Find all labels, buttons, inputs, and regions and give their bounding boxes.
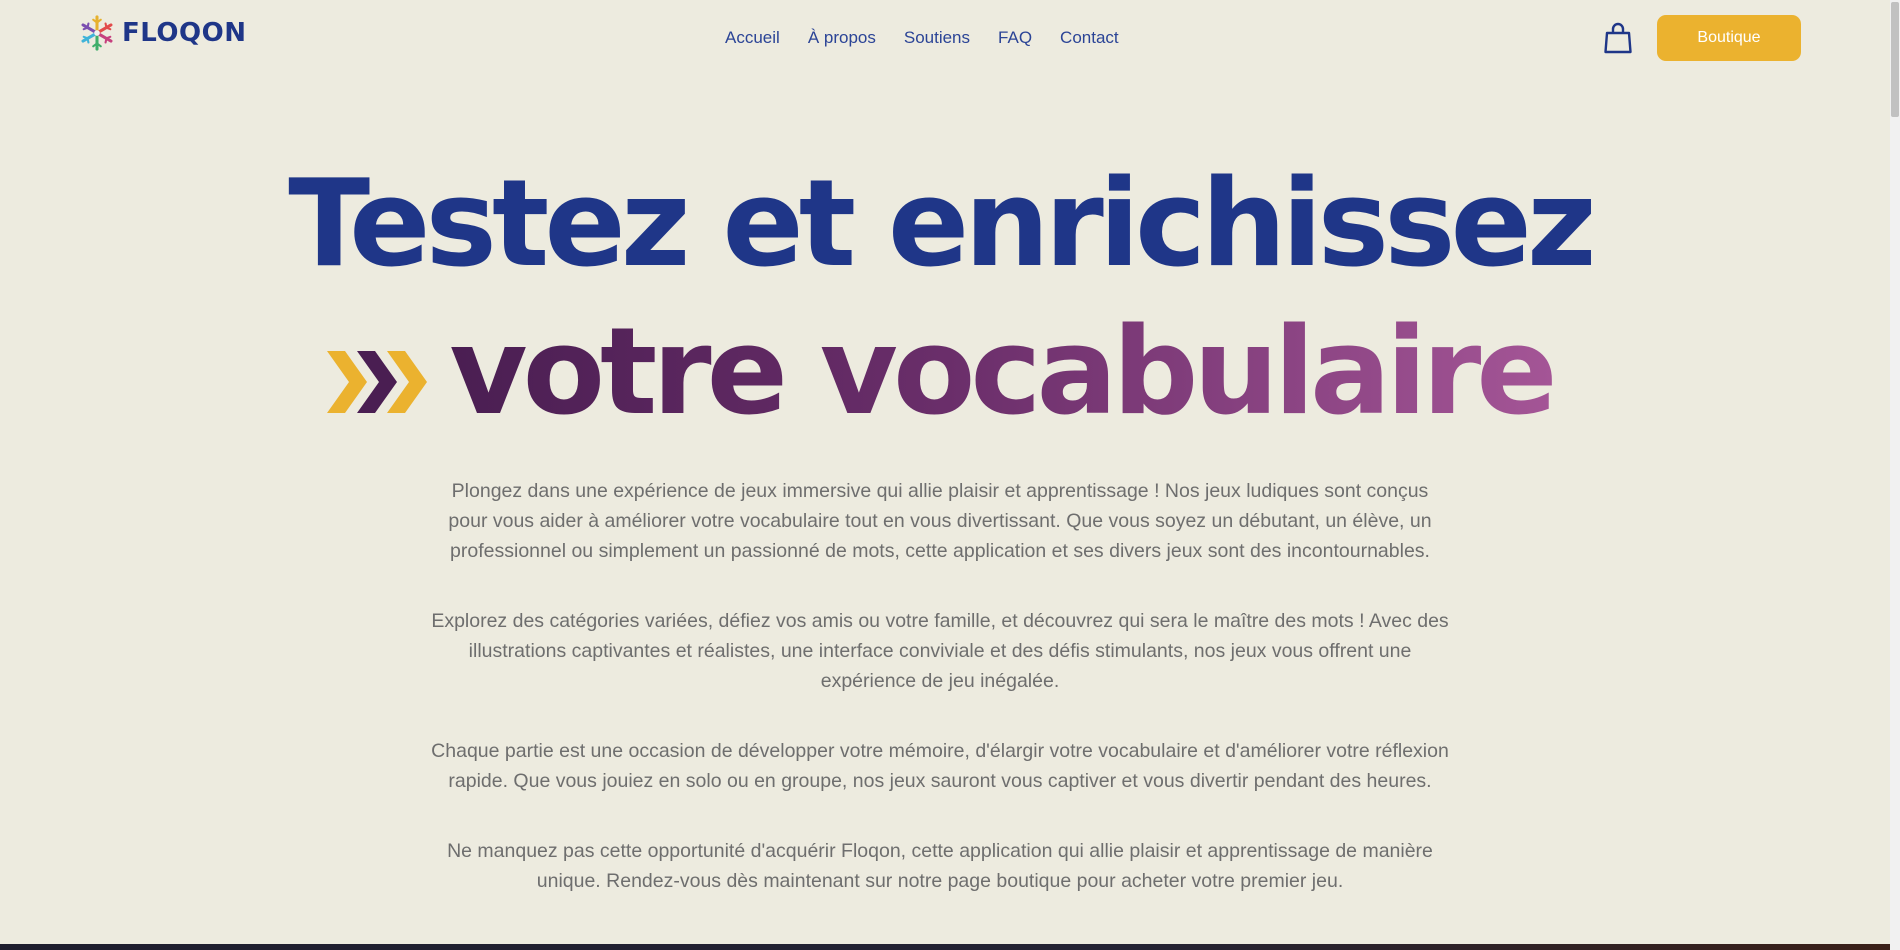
- bottom-strip: [0, 944, 1890, 950]
- hero-title-line-2: votre vocabulaire: [449, 303, 1557, 442]
- nav-item-a-propos[interactable]: À propos: [808, 28, 876, 48]
- intro-paragraph-4: Ne manquez pas cette opportunité d'acqué…: [447, 840, 1433, 892]
- nav-item-soutiens[interactable]: Soutiens: [904, 28, 970, 48]
- hero-title-line-1: Testez et enrichissez: [288, 155, 1597, 294]
- vertical-scrollbar[interactable]: [1890, 0, 1900, 950]
- nav-item-accueil[interactable]: Accueil: [725, 28, 780, 48]
- intro-paragraph-2: Explorez des catégories variées, défiez …: [431, 610, 1449, 692]
- site-header: FLOQON Accueil À propos Soutiens FAQ Con…: [0, 0, 1890, 76]
- brand-logo-link[interactable]: FLOQON: [78, 14, 246, 52]
- main-nav: Accueil À propos Soutiens FAQ Contact: [725, 28, 1119, 48]
- nav-item-contact[interactable]: Contact: [1060, 28, 1119, 48]
- hero-title-line-2-row: votre vocabulaire: [0, 308, 1880, 438]
- intro-paragraph-1: Plongez dans une expérience de jeux imme…: [448, 480, 1432, 562]
- triple-chevron-right-icon: [327, 351, 428, 413]
- brand-name: FLOQON: [122, 18, 247, 48]
- intro-paragraph-3: Chaque partie est une occasion de dévelo…: [431, 740, 1449, 792]
- intro-copy: Plongez dans une expérience de jeux imme…: [430, 476, 1450, 936]
- scrollbar-thumb[interactable]: [1891, 2, 1899, 117]
- shopping-bag-icon[interactable]: [1603, 22, 1633, 54]
- snowflake-logo-icon: [81, 15, 113, 51]
- page: FLOQON Accueil À propos Soutiens FAQ Con…: [0, 0, 1900, 950]
- shop-button[interactable]: Boutique: [1657, 15, 1801, 61]
- nav-item-faq[interactable]: FAQ: [998, 28, 1032, 48]
